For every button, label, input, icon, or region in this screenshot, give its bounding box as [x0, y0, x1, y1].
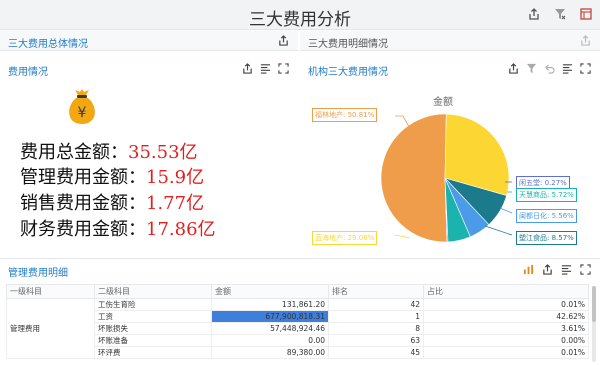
cost-overview-header: 费用情况: [0, 60, 298, 78]
amount-cell: 57,448,924.46: [211, 322, 329, 335]
slice-label: 闽都日化: 5.56%: [516, 209, 577, 223]
table-row[interactable]: 坏账损失 57,448,924.46 8 3.61%: [7, 322, 589, 335]
org-costs-header: 机构三大费用情况: [300, 60, 600, 78]
panel-toolbar: [242, 63, 290, 75]
group-cell: 管理费用: [6, 298, 95, 359]
data-icon[interactable]: [562, 63, 574, 75]
app-title: 三大费用分析: [249, 10, 351, 30]
cost-overview-title: 费用情况: [8, 67, 48, 78]
share-icon[interactable]: [542, 264, 554, 276]
share-icon[interactable]: [278, 35, 290, 47]
table-scrollbar[interactable]: [592, 286, 596, 362]
dashboard-icon[interactable]: [580, 8, 592, 20]
table-row[interactable]: 坏账准备 0.00 63 0.00%: [7, 334, 589, 347]
leader-line: [484, 225, 513, 236]
kpi-value: 17.86亿: [146, 219, 216, 240]
subject-cell: 工伤生育险: [94, 298, 212, 311]
amount-cell: 89,380.00: [211, 346, 329, 359]
tab-detail-label: 三大费用明细情况: [308, 39, 388, 50]
table-row[interactable]: 工资 677,900,818.31 1 42.62%: [7, 310, 589, 323]
section-divider: [0, 258, 600, 259]
pct-cell: 42.62%: [423, 310, 589, 323]
undo-icon[interactable]: [544, 63, 556, 75]
kpi-total: 费用总金额：35.53亿: [20, 138, 198, 164]
slice-label: 福林地产: 50.81%: [312, 108, 378, 122]
tab-detail[interactable]: 三大费用明细情况: [300, 31, 600, 51]
data-icon[interactable]: [561, 264, 573, 276]
fullscreen-icon[interactable]: [580, 63, 592, 75]
column-header[interactable]: 占比: [423, 284, 589, 299]
table-row[interactable]: 管理费用 工伤生育险 131,861.20 42 0.01%: [6, 298, 589, 359]
grid-icon[interactable]: [523, 264, 535, 276]
share-icon[interactable]: [528, 8, 540, 20]
pie-slice[interactable]: [380, 113, 448, 243]
org-costs-title: 机构三大费用情况: [308, 67, 388, 78]
share-icon[interactable]: [508, 63, 520, 75]
pct-cell: 0.00%: [423, 334, 589, 347]
detail-title: 管理费用明细: [8, 268, 68, 279]
column-header[interactable]: 二级科目: [94, 284, 212, 299]
amount-cell: 131,861.20: [211, 298, 329, 311]
column-header[interactable]: 一级科目: [6, 284, 95, 299]
kpi-label: 管理费用金额：: [20, 167, 146, 188]
table-header: 一级科目 二级科目 金额 排名 占比: [6, 284, 589, 299]
kpi-management: 管理费用金额：15.9亿: [20, 163, 204, 189]
top-bar: 三大费用分析: [0, 0, 600, 30]
money-bag-symbol: ¥: [78, 105, 87, 121]
rank-cell: 42: [328, 298, 424, 311]
rank-cell: 45: [328, 346, 424, 359]
kpi-value: 15.9亿: [146, 167, 205, 188]
leader-line: [499, 207, 513, 214]
rank-cell: 1: [328, 310, 424, 323]
panel-toolbar: [508, 63, 592, 75]
tab-overall-label: 三大费用总体情况: [8, 39, 88, 50]
leader-line: [394, 234, 411, 239]
pct-cell: 0.01%: [423, 298, 589, 311]
slice-label: 天慧商品: 5.72%: [516, 188, 577, 202]
fullscreen-icon[interactable]: [278, 63, 290, 75]
share-icon[interactable]: [580, 35, 592, 47]
kpi-value: 35.53亿: [128, 142, 198, 163]
fullscreen-icon[interactable]: [580, 264, 592, 276]
kpi-value: 1.77亿: [146, 193, 205, 214]
detail-toolbar: [523, 264, 592, 276]
filter-clear-icon[interactable]: [526, 63, 538, 75]
top-toolbar: [528, 8, 592, 20]
rank-cell: 63: [328, 334, 424, 347]
pie-chart: 福林地产: 50.81% 闲五堂: 0.27% 天慧商品: 5.72% 闽都日化…: [300, 100, 600, 250]
kpi-label: 财务费用金额：: [20, 219, 146, 240]
subject-cell: 坏账准备: [94, 334, 212, 347]
subject-cell: 坏账损失: [94, 322, 212, 335]
pct-cell: 0.01%: [423, 346, 589, 359]
amount-cell: 0.00: [211, 334, 329, 347]
kpi-sales: 销售费用金额：1.77亿: [20, 189, 204, 215]
amount-cell: 677,900,818.31: [211, 310, 329, 323]
kpi-finance: 财务费用金额：17.86亿: [20, 215, 216, 241]
tab-overall[interactable]: 三大费用总体情况: [0, 31, 298, 51]
kpi-label: 费用总金额：: [20, 142, 128, 163]
rank-cell: 8: [328, 322, 424, 335]
pct-cell: 3.61%: [423, 322, 589, 335]
money-bag-icon: ¥: [64, 86, 100, 126]
column-header[interactable]: 排名: [328, 284, 424, 299]
subject-cell: 环评费: [94, 346, 212, 359]
scrollbar-thumb[interactable]: [592, 286, 596, 322]
table-row[interactable]: 环评费 89,380.00 45 0.01%: [7, 346, 589, 359]
slice-label: 蓝海地产: 29.08%: [312, 231, 378, 245]
share-icon[interactable]: [242, 63, 254, 75]
filter-clear-icon[interactable]: [554, 8, 566, 20]
subject-cell: 工资: [94, 310, 212, 323]
column-header[interactable]: 金额: [211, 284, 329, 299]
kpi-label: 销售费用金额：: [20, 193, 146, 214]
pie-svg: [380, 113, 513, 243]
detail-table: 一级科目 二级科目 金额 排名 占比 管理费用 工伤生育险 131,861.20…: [6, 284, 589, 359]
slice-label: 塑江食品: 8.57%: [516, 231, 577, 245]
data-icon[interactable]: [260, 63, 272, 75]
